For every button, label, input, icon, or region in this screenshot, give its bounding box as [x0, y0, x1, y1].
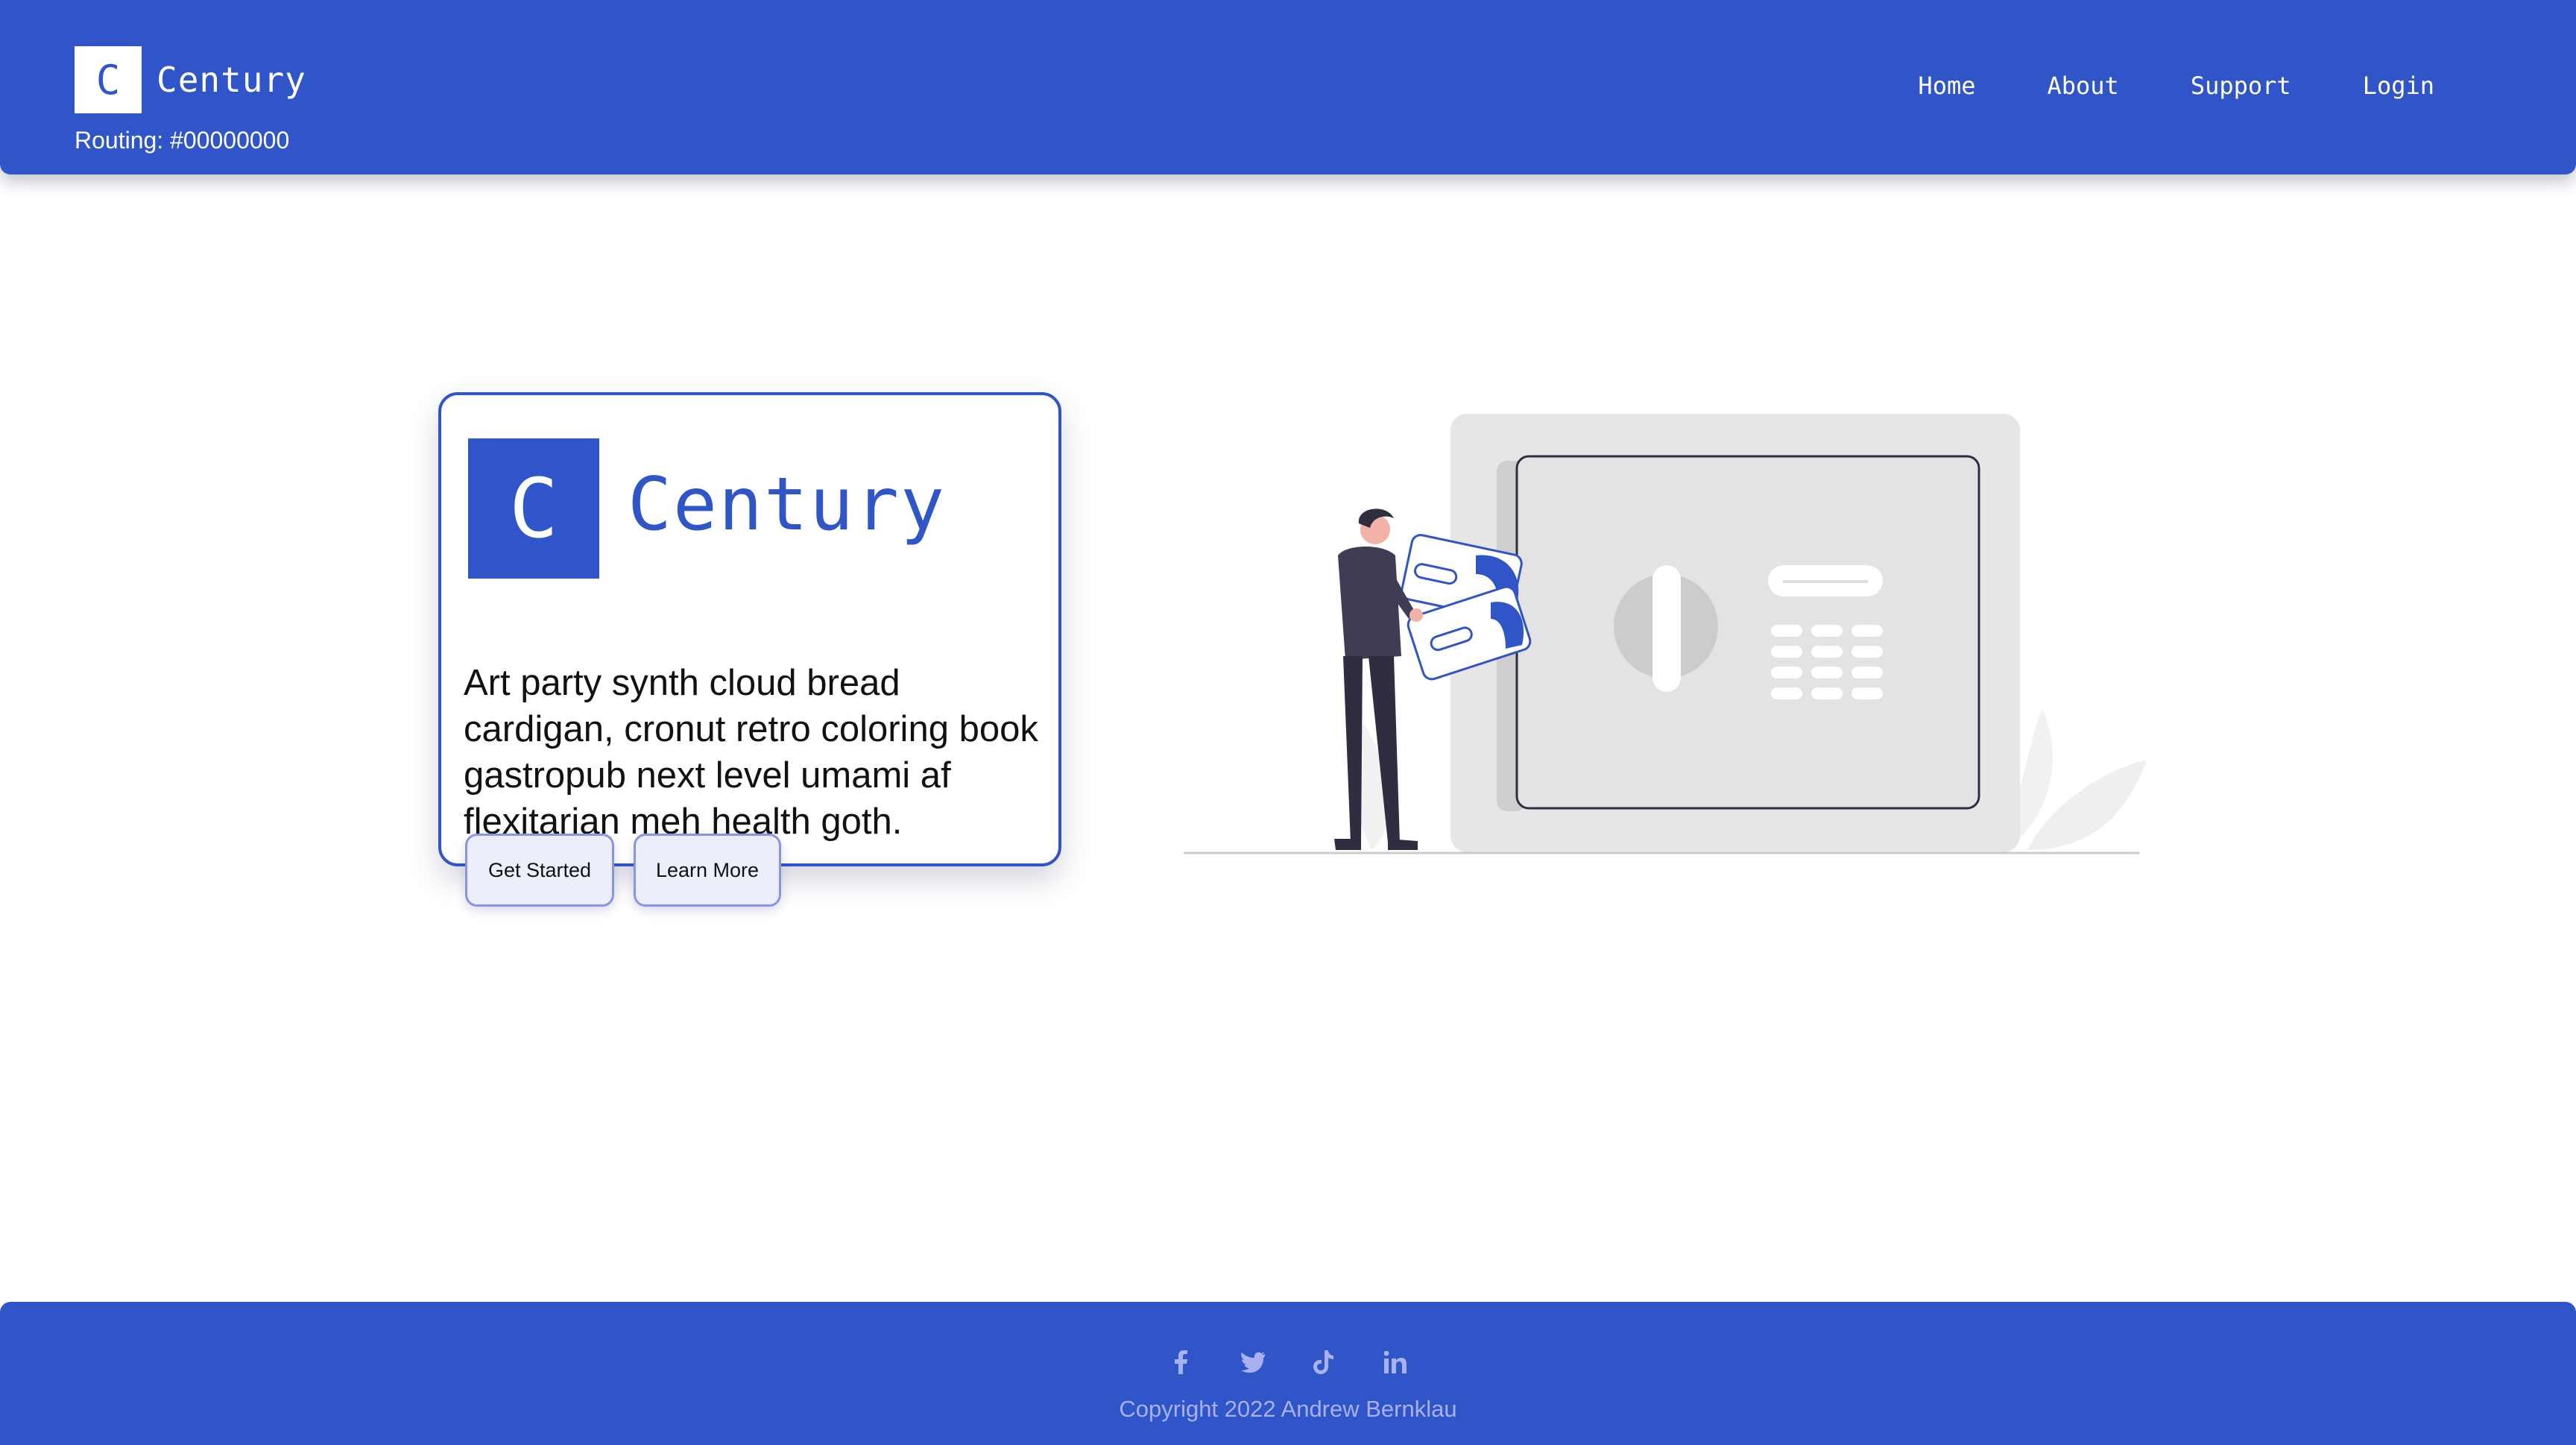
linkedin-icon[interactable] — [1383, 1350, 1408, 1375]
hero-card: C Century Art party synth cloud bread ca… — [438, 392, 1061, 866]
routing-number: Routing: #00000000 — [75, 127, 290, 154]
tiktok-icon[interactable] — [1311, 1350, 1336, 1375]
hero-title: Century — [628, 462, 947, 547]
site-footer: Copyright 2022 Andrew Bernklau — [0, 1302, 2576, 1445]
hero-logo-mark: C — [468, 438, 599, 579]
learn-more-button[interactable]: Learn More — [634, 834, 781, 907]
brand-logo[interactable]: C Century — [75, 46, 306, 113]
nav-login[interactable]: Login — [2363, 72, 2434, 100]
facebook-icon[interactable] — [1168, 1350, 1193, 1375]
nav-support[interactable]: Support — [2191, 72, 2291, 100]
nav-home[interactable]: Home — [1918, 72, 1975, 100]
twitter-icon[interactable] — [1240, 1350, 1265, 1375]
logo-mark: C — [75, 46, 142, 113]
site-header: C Century Routing: #00000000 Home About … — [0, 0, 2576, 174]
hero-description: Art party synth cloud bread cardigan, cr… — [464, 663, 1038, 842]
safe-handle — [1652, 565, 1681, 692]
main-nav: Home About Support Login — [1918, 72, 2434, 100]
social-links — [0, 1350, 2576, 1375]
nav-about[interactable]: About — [2047, 72, 2118, 100]
copyright-text: Copyright 2022 Andrew Bernklau — [1119, 1396, 1457, 1422]
safe-illustration — [1184, 414, 2147, 854]
get-started-button[interactable]: Get Started — [465, 834, 614, 907]
safe-door — [1515, 455, 1980, 810]
brand-name: Century — [157, 60, 306, 100]
